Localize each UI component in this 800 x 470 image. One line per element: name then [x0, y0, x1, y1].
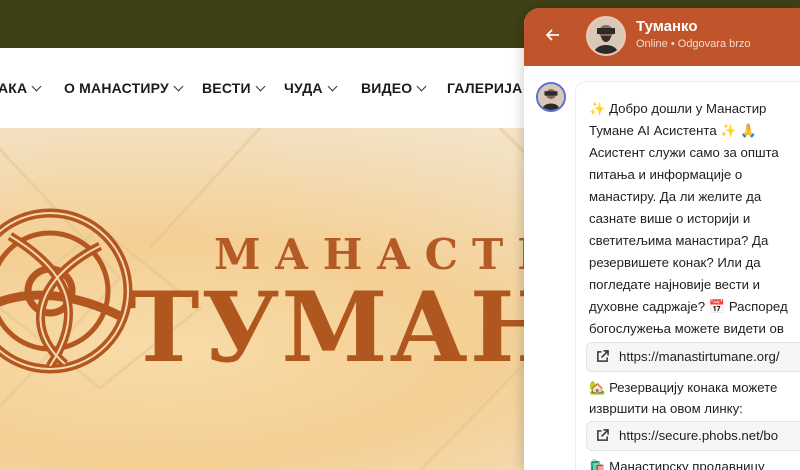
nav-item-news[interactable]: ВЕСТИ [202, 80, 266, 96]
celtic-knot-logo [0, 208, 133, 374]
external-link-icon [597, 350, 609, 362]
chevron-down-icon [173, 81, 184, 91]
nav-item-label: ЧУДА [284, 80, 323, 96]
message-line: Асистент служи само за општа [589, 145, 779, 160]
nav-item-label: ГАЛЕРИЈА [447, 80, 523, 96]
nav-item-miracles[interactable]: ЧУДА [284, 80, 338, 96]
message-line: резервишете конак? Или да [589, 255, 761, 270]
nav-item-aka[interactable]: АКА [0, 80, 42, 96]
chevron-down-icon [255, 81, 266, 91]
message-line: сазнате више о историји и [589, 211, 751, 226]
assistant-avatar [586, 16, 626, 56]
nav-item-label: О МАНАСТИРУ [64, 80, 169, 96]
chat-messages: ✨ Добро дошли у Манастир Тумане AI Асист… [524, 66, 800, 470]
link-text: https://secure.phobs.net/bo [619, 428, 779, 443]
nav-item-label: ВЕСТИ [202, 80, 251, 96]
back-arrow-icon[interactable] [545, 27, 566, 47]
chevron-down-icon [31, 81, 42, 91]
message-line: 🛍️ Манастирску продавницу [589, 459, 765, 470]
nav-item-label: ВИДЕО [361, 80, 413, 96]
assistant-status: Online • Odgovara brzo [636, 38, 751, 50]
external-link-icon [597, 429, 609, 441]
message-line: Тумане AI Асистента ✨ 🙏 [589, 123, 757, 138]
message-line: духовне садржаје? 📅 Распоред [589, 299, 788, 314]
message-line: светитељима манастира? Да [589, 233, 769, 248]
message-line: манастиру. Да ли желите да [589, 189, 762, 204]
chat-widget: Туманко Online • Odgovara brzo ✨ Добро д… [524, 8, 800, 470]
message-line: ✨ Добро дошли у Манастир [589, 101, 767, 116]
message-line: богослужења можете видети ов [589, 321, 784, 336]
nav-item-label: АКА [0, 80, 28, 96]
message-line: питања и информације о [589, 167, 743, 182]
nav-item-video[interactable]: ВИДЕО [361, 80, 427, 96]
link-website[interactable]: https://manastirtumane.org/ [586, 342, 800, 372]
link-text: https://manastirtumane.org/ [619, 349, 780, 364]
message-line: извршити на овом линку: [589, 401, 743, 416]
nav-item-about[interactable]: О МАНАСТИРУ [64, 80, 184, 96]
message-line: погледате најновије вести и [589, 277, 761, 292]
chevron-down-icon [416, 81, 427, 91]
message-avatar [536, 82, 566, 112]
nav-item-gallery[interactable]: ГАЛЕРИЈА [447, 80, 522, 96]
assistant-name: Туманко [636, 18, 698, 35]
chevron-down-icon [327, 81, 338, 91]
chat-header: Туманко Online • Odgovara brzo [524, 8, 800, 66]
message-line: 🏡 Резервацију конака можете [589, 380, 778, 395]
link-booking[interactable]: https://secure.phobs.net/bo [586, 421, 800, 451]
